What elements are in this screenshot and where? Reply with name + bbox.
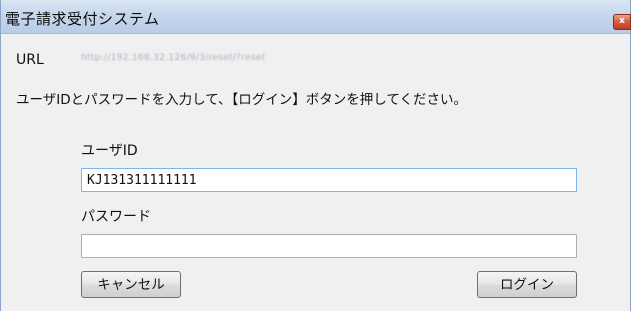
login-dialog: 電子請求受付システム x URL http://192.168.32.126/9…	[0, 0, 631, 311]
close-icon[interactable]: x	[613, 14, 631, 30]
userid-label: ユーザID	[81, 143, 138, 159]
login-button[interactable]: ログイン	[477, 271, 577, 298]
title-bar[interactable]: 電子請求受付システム x	[1, 0, 631, 34]
password-input[interactable]	[81, 234, 577, 258]
instruction-text: ユーザIDとパスワードを入力して、【ログイン】ボタンを押してください。	[16, 92, 467, 108]
cancel-button[interactable]: キャンセル	[81, 271, 181, 298]
userid-input[interactable]	[81, 168, 577, 192]
url-value: http://192.168.32.126/9/3/reset/?reset	[81, 53, 266, 63]
url-label: URL	[16, 52, 44, 68]
window-title: 電子請求受付システム	[5, 10, 160, 28]
password-label: パスワード	[81, 209, 151, 225]
